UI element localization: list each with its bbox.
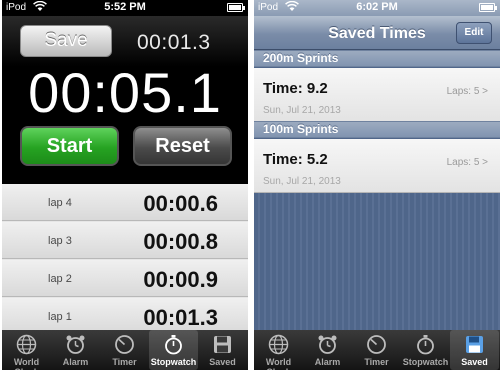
- stopwatch-display: Save 00:01.3 00:05.1 Start Reset: [2, 16, 248, 184]
- stopwatch-screen: iPod 5:52 PM Save 00:01.3 00:05.1 Start …: [2, 0, 248, 370]
- navigation-bar: Saved Times Edit: [254, 16, 500, 50]
- lap-row: lap 2 00:00.9: [2, 260, 248, 297]
- floppy-disk-icon: [464, 334, 485, 355]
- tab-label: World Clock: [13, 357, 40, 370]
- section-header: 200m Sprints: [254, 50, 500, 67]
- timer-icon: [366, 334, 387, 355]
- tab-label: Saved: [461, 357, 488, 367]
- tab-stopwatch[interactable]: Stopwatch: [149, 330, 198, 370]
- laps-count[interactable]: Laps: 5 >: [447, 86, 488, 97]
- battery-icon: [479, 3, 497, 12]
- saved-times-screen: iPod 6:02 PM Saved Times Edit 200m Sprin…: [254, 0, 500, 370]
- lap-label: lap 4: [48, 197, 72, 209]
- saved-time-row[interactable]: Time: 9.2 Laps: 5 > Sun, Jul 21, 2013: [254, 68, 500, 122]
- tab-label: Stopwatch: [150, 357, 197, 367]
- reset-button[interactable]: Reset: [133, 126, 232, 166]
- laps-count[interactable]: Laps: 5 >: [447, 157, 488, 168]
- section-header: 100m Sprints: [254, 121, 500, 138]
- tab-world-clock[interactable]: World Clock: [2, 330, 51, 370]
- tab-timer[interactable]: Timer: [352, 330, 401, 370]
- total-time: 00:05.1: [28, 61, 222, 124]
- alarm-clock-icon: [65, 334, 86, 355]
- lap-row: lap 1 00:01.3: [2, 298, 248, 330]
- tab-bar: World Clock Alarm Timer Stopwatch Saved: [254, 330, 500, 370]
- tab-stopwatch[interactable]: Stopwatch: [401, 330, 450, 370]
- lap-row: lap 4 00:00.6: [2, 184, 248, 221]
- start-button[interactable]: Start: [20, 126, 119, 166]
- tab-label: Alarm: [62, 357, 89, 367]
- lap-time: 00:00.6: [143, 191, 218, 216]
- status-bar: iPod 5:52 PM: [2, 0, 248, 16]
- tab-world-clock[interactable]: World Clock: [254, 330, 303, 370]
- save-button[interactable]: Save: [20, 25, 112, 57]
- tab-label: Timer: [364, 357, 389, 367]
- lap-label: lap 2: [48, 273, 72, 285]
- tab-label: Saved: [209, 357, 236, 367]
- lap-time: 00:00.8: [143, 229, 218, 254]
- tab-saved[interactable]: Saved: [450, 330, 499, 370]
- saved-date: Sun, Jul 21, 2013: [263, 105, 341, 116]
- empty-background: [254, 193, 500, 330]
- globe-icon: [268, 334, 289, 355]
- tab-label: Alarm: [314, 357, 341, 367]
- timer-icon: [114, 334, 135, 355]
- lap-label: lap 3: [48, 235, 72, 247]
- status-time: 6:02 PM: [356, 1, 398, 13]
- tab-alarm[interactable]: Alarm: [303, 330, 352, 370]
- tab-saved[interactable]: Saved: [198, 330, 247, 370]
- tab-label: Timer: [112, 357, 137, 367]
- lap-time: 00:00.9: [143, 267, 218, 292]
- lap-row: lap 3 00:00.8: [2, 222, 248, 259]
- floppy-disk-icon: [212, 334, 233, 355]
- tab-label: World Clock: [265, 357, 292, 370]
- tab-bar: World Clock Alarm Timer Stopwatch Saved: [2, 330, 248, 370]
- stopwatch-icon: [163, 334, 184, 355]
- edit-button[interactable]: Edit: [456, 22, 492, 44]
- lap-label: lap 1: [48, 311, 72, 323]
- alarm-clock-icon: [317, 334, 338, 355]
- lap-time: 00:01.3: [143, 305, 218, 330]
- saved-time-row[interactable]: Time: 5.2 Laps: 5 > Sun, Jul 21, 2013: [254, 139, 500, 193]
- tab-label: Stopwatch: [402, 357, 449, 367]
- stopwatch-icon: [415, 334, 436, 355]
- saved-time-value: Time: 5.2: [263, 151, 328, 168]
- saved-date: Sun, Jul 21, 2013: [263, 176, 341, 187]
- lap-list[interactable]: lap 4 00:00.6 lap 3 00:00.8 lap 2 00:00.…: [2, 184, 248, 330]
- saved-time-value: Time: 9.2: [263, 80, 328, 97]
- status-bar: iPod 6:02 PM: [254, 0, 500, 16]
- battery-icon: [227, 3, 245, 12]
- current-lap-time: 00:01.3: [137, 31, 211, 54]
- tab-timer[interactable]: Timer: [100, 330, 149, 370]
- globe-icon: [16, 334, 37, 355]
- tab-alarm[interactable]: Alarm: [51, 330, 100, 370]
- status-time: 5:52 PM: [104, 1, 146, 13]
